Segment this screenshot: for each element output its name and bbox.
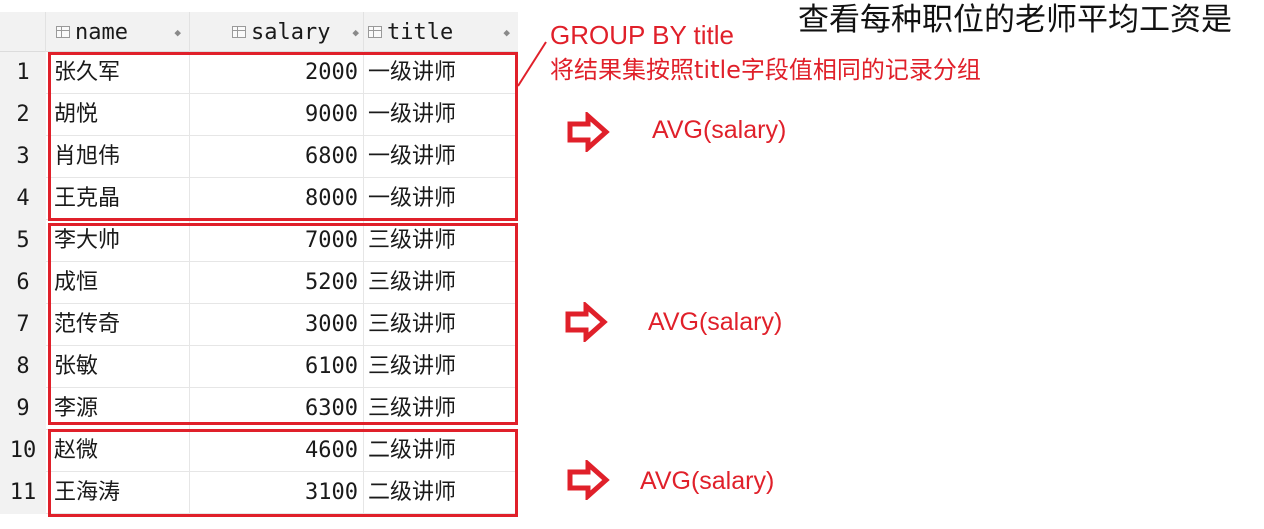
avg-label-group-2: AVG(salary) [648, 308, 783, 336]
row-number[interactable]: 11 [0, 472, 46, 514]
column-header-name[interactable]: name ◆ [46, 12, 190, 52]
row-number[interactable]: 4 [0, 178, 46, 220]
sort-icon[interactable]: ◆ [503, 27, 510, 38]
row-number[interactable]: 9 [0, 388, 46, 430]
column-header-salary[interactable]: salary ◆ [190, 12, 364, 52]
column-label-name: name [75, 19, 128, 45]
right-arrow-icon [567, 460, 610, 500]
row-number[interactable]: 3 [0, 136, 46, 178]
column-label-salary: salary [251, 19, 331, 45]
sort-icon[interactable]: ◆ [352, 27, 359, 38]
row-number[interactable]: 2 [0, 94, 46, 136]
group-box-1 [48, 52, 518, 221]
column-icon [232, 26, 246, 38]
group-by-description: 将结果集按照title字段值相同的记录分组 [550, 56, 981, 84]
column-icon [56, 26, 70, 38]
column-header-title[interactable]: title ◆ [364, 12, 518, 52]
row-number[interactable]: 5 [0, 220, 46, 262]
right-arrow-icon [565, 302, 608, 342]
row-number[interactable]: 7 [0, 304, 46, 346]
row-number-column: 1 2 3 4 5 6 7 8 9 10 11 [0, 52, 46, 514]
page-heading: 查看每种职位的老师平均工资是 [798, 2, 1232, 38]
avg-label-group-1: AVG(salary) [652, 116, 787, 144]
right-arrow-icon [567, 112, 610, 152]
row-number[interactable]: 6 [0, 262, 46, 304]
row-number[interactable]: 10 [0, 430, 46, 472]
group-box-3 [48, 429, 518, 517]
sort-icon[interactable]: ◆ [174, 27, 181, 38]
connector-line [517, 41, 547, 87]
row-number[interactable]: 8 [0, 346, 46, 388]
column-icon [368, 26, 382, 38]
row-number[interactable]: 1 [0, 52, 46, 94]
result-grid: name ◆ salary ◆ title ◆ 1 2 3 4 5 6 7 8 … [0, 0, 520, 529]
grid-header: name ◆ salary ◆ title ◆ [0, 12, 518, 52]
group-box-2 [48, 223, 518, 425]
column-header-rownum [0, 12, 46, 52]
column-label-title: title [387, 19, 454, 45]
avg-label-group-3: AVG(salary) [640, 467, 775, 495]
group-by-label: GROUP BY title [550, 20, 734, 50]
